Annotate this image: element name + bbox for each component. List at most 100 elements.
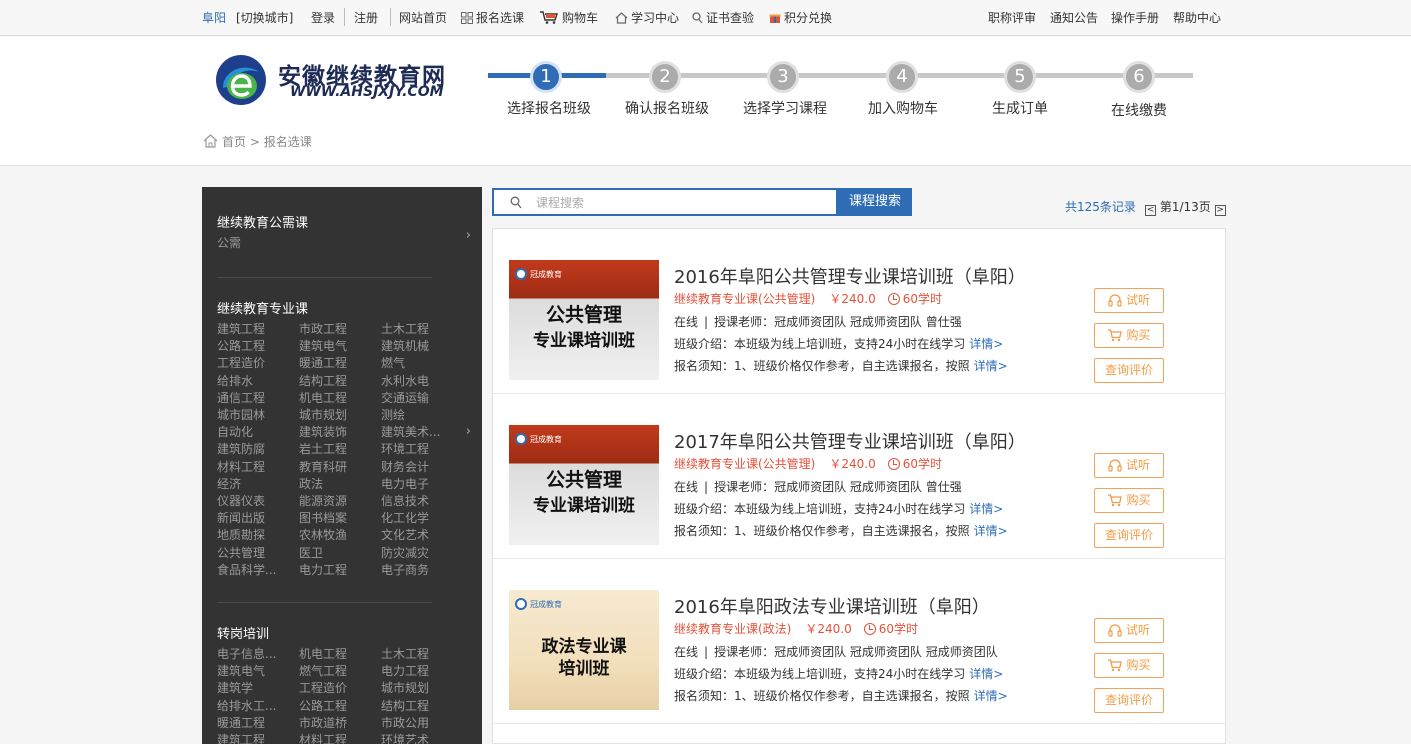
category-subitem[interactable]: 暖通工程 (217, 714, 295, 731)
category-subitem[interactable]: 暖通工程 (299, 354, 377, 371)
category-subitem[interactable]: 土木工程 (381, 320, 459, 337)
course-search-input[interactable] (536, 194, 826, 212)
nav-cart[interactable]: 购物车 (539, 10, 598, 26)
intro-details-link[interactable]: 详情> (969, 337, 1003, 351)
intro-details-link[interactable]: 详情> (969, 667, 1003, 681)
category-subitem[interactable]: 新闻出版 (217, 509, 295, 526)
category-subitem[interactable]: 结构工程 (381, 697, 459, 714)
category-subitem[interactable]: 图书档案 (299, 509, 377, 526)
buy-button[interactable]: 购买 (1094, 488, 1164, 513)
category-subitem[interactable]: 材料工程 (299, 731, 377, 744)
course-thumbnail[interactable]: 冠成教育 公共管理 专业课培训班 (509, 260, 659, 380)
link-notices[interactable]: 通知公告 (1050, 10, 1098, 26)
nav-certificate-check[interactable]: 证书查验 (692, 10, 754, 26)
category-subitem[interactable]: 城市规划 (381, 679, 459, 696)
category-subitem[interactable]: 能源资源 (299, 492, 377, 509)
category-subitem[interactable]: 城市园林 (217, 406, 295, 423)
next-page-button[interactable]: > (1214, 205, 1226, 216)
category-subitem[interactable]: 防灾减灾 (381, 544, 459, 561)
category-subitem[interactable]: 建筑防腐 (217, 440, 295, 457)
category-subitem[interactable]: 公需 (217, 234, 241, 251)
notice-details-link[interactable]: 详情> (974, 359, 1008, 373)
category-subitem[interactable]: 化工化学 (381, 509, 459, 526)
query-review-button[interactable]: 查询评价 (1094, 688, 1164, 713)
category-subitem[interactable]: 经济 (217, 475, 295, 492)
category-subitem[interactable]: 地质勘探 (217, 526, 295, 543)
category-subitem[interactable]: 公共管理 (217, 544, 295, 561)
nav-study-center[interactable]: 学习中心 (615, 10, 679, 26)
category-subitem[interactable]: 建筑电气 (299, 337, 377, 354)
category-subitem[interactable]: 电力工程 (381, 662, 459, 679)
category-subitem[interactable]: 医卫 (299, 544, 377, 561)
category-subitem[interactable]: 电子信息... (217, 645, 295, 662)
category-subitem[interactable]: 自动化 (217, 423, 295, 440)
category-subitem[interactable]: 给排水 (217, 372, 295, 389)
course-title[interactable]: 2016年阜阳公共管理专业课培训班（阜阳） (674, 263, 1026, 289)
category-subitem[interactable]: 政法 (299, 475, 377, 492)
nav-course-select[interactable]: 报名选课 (461, 10, 524, 26)
category-subitem[interactable]: 电力工程 (299, 561, 377, 578)
category-subitem[interactable]: 建筑工程 (217, 731, 295, 744)
trial-listen-button[interactable]: 试听 (1094, 288, 1164, 313)
course-title[interactable]: 2017年阜阳公共管理专业课培训班（阜阳） (674, 428, 1026, 454)
course-search-button[interactable]: 课程搜索 (838, 188, 912, 216)
site-logo-icon[interactable] (215, 54, 267, 106)
category-subitem[interactable]: 结构工程 (299, 372, 377, 389)
category-subitem[interactable]: 文化艺术 (381, 526, 459, 543)
category-subitem[interactable]: 测绘 (381, 406, 459, 423)
category-subitem[interactable]: 公路工程 (217, 337, 295, 354)
category-subitem[interactable]: 农林牧渔 (299, 526, 377, 543)
trial-listen-button[interactable]: 试听 (1094, 453, 1164, 478)
category-subitem[interactable]: 通信工程 (217, 389, 295, 406)
category-subitem[interactable]: 公路工程 (299, 697, 377, 714)
category-subitem[interactable]: 岩土工程 (299, 440, 377, 457)
category-subitem[interactable]: 燃气工程 (299, 662, 377, 679)
category-subitem[interactable]: 建筑装饰 (299, 423, 377, 440)
buy-button[interactable]: 购买 (1094, 653, 1164, 678)
category-subitem[interactable]: 信息技术 (381, 492, 459, 509)
category-subitem[interactable]: 仪器仪表 (217, 492, 295, 509)
category-subitem[interactable]: 土木工程 (381, 645, 459, 662)
prev-page-button[interactable]: < (1145, 205, 1156, 216)
category-subitem[interactable]: 建筑机械 (381, 337, 459, 354)
category-subitem[interactable]: 电子商务 (381, 561, 459, 578)
category-subitem[interactable]: 建筑工程 (217, 320, 295, 337)
category-subitem[interactable]: 市政工程 (299, 320, 377, 337)
query-review-button[interactable]: 查询评价 (1094, 358, 1164, 383)
category-subitem[interactable]: 机电工程 (299, 645, 377, 662)
course-title[interactable]: 2016年阜阳政法专业课培训班（阜阳） (674, 593, 990, 619)
category-subitem[interactable]: 建筑美术... (381, 423, 459, 440)
login-link[interactable]: 登录 (311, 10, 335, 26)
category-subitem[interactable]: 燃气 (381, 354, 459, 371)
nav-home[interactable]: 网站首页 (399, 10, 447, 26)
notice-details-link[interactable]: 详情> (974, 689, 1008, 703)
category-subitem[interactable]: 环境艺术 (381, 731, 459, 744)
category-subitem[interactable]: 食品科学... (217, 561, 295, 578)
category-subitem[interactable]: 财务会计 (381, 458, 459, 475)
course-thumbnail[interactable]: 冠成教育 政法专业课 培训班 (509, 590, 659, 710)
course-thumbnail[interactable]: 冠成教育 公共管理 专业课培训班 (509, 425, 659, 545)
notice-details-link[interactable]: 详情> (974, 524, 1008, 538)
link-help-center[interactable]: 帮助中心 (1173, 10, 1221, 26)
category-subitem[interactable]: 交通运输 (381, 389, 459, 406)
category-subitem[interactable]: 市政道桥 (299, 714, 377, 731)
category-subitem[interactable]: 建筑学 (217, 679, 295, 696)
category-subitem[interactable]: 工程造价 (217, 354, 295, 371)
category-subitem[interactable]: 机电工程 (299, 389, 377, 406)
buy-button[interactable]: 购买 (1094, 323, 1164, 348)
category-subitem[interactable]: 给排水工... (217, 697, 295, 714)
category-subitem[interactable]: 环境工程 (381, 440, 459, 457)
category-subitem[interactable]: 电力电子 (381, 475, 459, 492)
intro-details-link[interactable]: 详情> (969, 502, 1003, 516)
trial-listen-button[interactable]: 试听 (1094, 618, 1164, 643)
category-subitem[interactable]: 建筑电气 (217, 662, 295, 679)
category-subitem[interactable]: 教育科研 (299, 458, 377, 475)
link-manual[interactable]: 操作手册 (1111, 10, 1159, 26)
category-subitem[interactable]: 城市规划 (299, 406, 377, 423)
category-subitem[interactable]: 市政公用 (381, 714, 459, 731)
category-subitem[interactable]: 水利水电 (381, 372, 459, 389)
switch-city-link[interactable]: [切换城市] (236, 10, 293, 26)
nav-points-exchange[interactable]: 积分兑换 (769, 10, 832, 26)
query-review-button[interactable]: 查询评价 (1094, 523, 1164, 548)
category-subitem[interactable]: 工程造价 (299, 679, 377, 696)
